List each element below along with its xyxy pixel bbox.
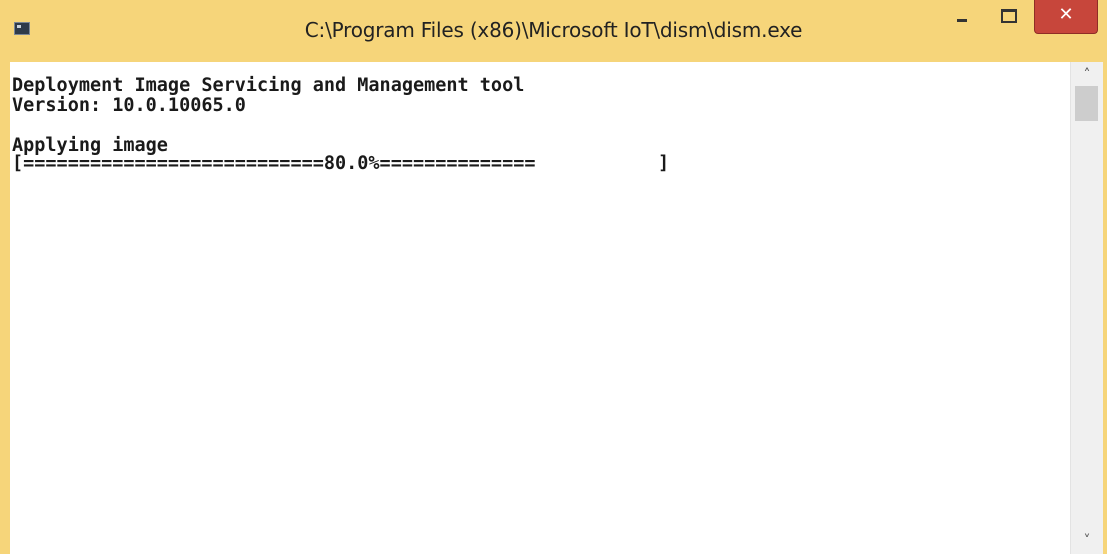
minimize-button[interactable] bbox=[948, 0, 978, 34]
scroll-down-arrow-icon[interactable]: ˅ bbox=[1071, 528, 1103, 554]
console-line-version: Version: 10.0.10065.0 bbox=[12, 95, 246, 116]
close-icon: ✕ bbox=[1058, 4, 1074, 25]
console-window: C:\Program Files (x86)\Microsoft IoT\dis… bbox=[0, 0, 1107, 554]
console-progress-bar: [===========================80.0%=======… bbox=[12, 153, 670, 174]
scroll-thumb[interactable] bbox=[1075, 86, 1098, 121]
window-title: C:\Program Files (x86)\Microsoft IoT\dis… bbox=[304, 18, 803, 42]
scroll-up-arrow-icon[interactable]: ˄ bbox=[1071, 62, 1103, 88]
vertical-scrollbar[interactable]: ˄ ˅ bbox=[1070, 62, 1103, 554]
console-line-tool-name: Deployment Image Servicing and Managemen… bbox=[12, 75, 525, 96]
maximize-button[interactable] bbox=[986, 0, 1030, 34]
close-button[interactable]: ✕ bbox=[1034, 0, 1098, 34]
console-output[interactable]: Deployment Image Servicing and Managemen… bbox=[10, 62, 1070, 554]
title-bar[interactable]: C:\Program Files (x86)\Microsoft IoT\dis… bbox=[0, 0, 1107, 62]
